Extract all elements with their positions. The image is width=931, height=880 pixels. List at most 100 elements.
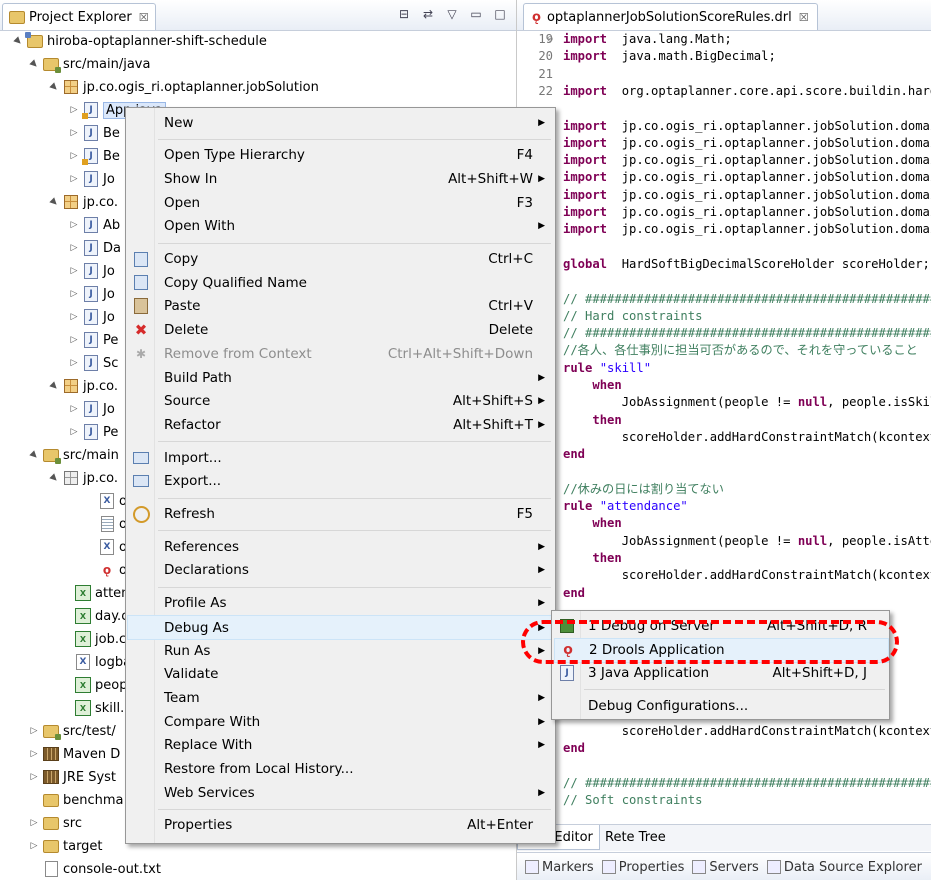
- tree-item[interactable]: benchma: [28, 789, 124, 811]
- collapsed-twisty-icon[interactable]: ▷: [68, 404, 80, 414]
- collapsed-twisty-icon[interactable]: ▷: [28, 749, 40, 759]
- maximize-icon[interactable]: □: [492, 6, 508, 22]
- menu-item-references[interactable]: References ▶: [128, 535, 553, 558]
- menu-item-source[interactable]: Source Alt+Shift+S ▶: [128, 390, 553, 413]
- tree-item[interactable]: Xjob.cs: [60, 628, 133, 650]
- collapsed-twisty-icon[interactable]: ▷: [68, 335, 80, 345]
- menu-item-profile-as[interactable]: Profile As ▶: [128, 592, 553, 615]
- tree-item[interactable]: ▲ jp.co.ogis_ri.optaplanner.jobSolution: [48, 76, 319, 98]
- menu-item-compare-with[interactable]: Compare With ▶: [128, 710, 553, 733]
- menu-item-1-debug-on-server[interactable]: 1 Debug on Server Alt+Shift+D, R: [554, 614, 887, 637]
- menu-item-restore-from-local-history[interactable]: Restore from Local History...: [128, 758, 553, 781]
- tree-item[interactable]: ▷ J Pe: [68, 329, 118, 351]
- menu-item-web-services[interactable]: Web Services ▶: [128, 781, 553, 804]
- tree-item[interactable]: Xpeopl: [60, 674, 131, 696]
- tab-project-explorer[interactable]: Project Explorer ☒: [2, 3, 156, 30]
- expanded-twisty-icon[interactable]: ▲: [26, 56, 42, 72]
- menu-item-3-java-application[interactable]: J 3 Java Application Alt+Shift+D, J: [554, 661, 887, 684]
- tree-item[interactable]: ▷ J Ab: [68, 214, 120, 236]
- menu-item-refresh[interactable]: Refresh F5: [128, 503, 553, 526]
- menu-item-remove-from-context[interactable]: ✱ Remove from Context Ctrl+Alt+Shift+Down: [128, 342, 553, 365]
- menu-item-refactor[interactable]: Refactor Alt+Shift+T ▶: [128, 413, 553, 436]
- tree-item[interactable]: ▷ J Jo: [68, 168, 115, 190]
- collapsed-twisty-icon[interactable]: ▷: [68, 358, 80, 368]
- view-tab-servers[interactable]: Servers: [692, 860, 759, 875]
- expanded-twisty-icon[interactable]: ▲: [26, 447, 42, 463]
- expanded-twisty-icon[interactable]: ▲: [46, 470, 62, 486]
- collapsed-twisty-icon[interactable]: ▷: [28, 726, 40, 736]
- menu-item-replace-with[interactable]: Replace With ▶: [128, 734, 553, 757]
- close-icon[interactable]: ☒: [139, 11, 149, 24]
- tree-item[interactable]: ▷ J Be: [68, 145, 120, 167]
- tree-item[interactable]: ▲ jp.co.: [48, 467, 118, 489]
- menu-item-run-as[interactable]: Run As ▶: [128, 639, 553, 662]
- collapsed-twisty-icon[interactable]: ▷: [68, 289, 80, 299]
- collapsed-twisty-icon[interactable]: ▷: [68, 243, 80, 253]
- view-menu-icon[interactable]: ▽: [444, 6, 460, 22]
- tree-item[interactable]: ▷ J Be: [68, 122, 120, 144]
- tree-item[interactable]: ▲ src/main: [28, 444, 119, 466]
- menu-item-new[interactable]: New ▶: [128, 111, 553, 134]
- tree-item[interactable]: ▲ jp.co.: [48, 375, 118, 397]
- link-with-editor-icon[interactable]: ⇄: [420, 6, 436, 22]
- expanded-twisty-icon[interactable]: ▲: [46, 79, 62, 95]
- minimize-icon[interactable]: ▭: [468, 6, 484, 22]
- menu-item-debug-configurations[interactable]: Debug Configurations...: [554, 694, 887, 717]
- expanded-twisty-icon[interactable]: ▲: [10, 33, 26, 49]
- menu-item-open-with[interactable]: Open With ▶: [128, 215, 553, 238]
- menu-item-2-drools-application[interactable]: ǫ 2 Drools Application: [554, 637, 889, 663]
- tree-item[interactable]: ▲ jp.co.: [48, 191, 118, 213]
- tree-item[interactable]: ▷ J Jo: [68, 398, 115, 420]
- tree-item[interactable]: ▷ target: [28, 835, 103, 857]
- tree-item[interactable]: ▲ src/main/java: [28, 53, 150, 75]
- tree-item[interactable]: Xskill.c: [60, 697, 131, 719]
- menu-item-validate[interactable]: Validate: [128, 663, 553, 686]
- tree-item[interactable]: ▷ JRE Syst: [28, 766, 117, 788]
- tree-item[interactable]: console-out.txt: [28, 858, 161, 880]
- tree-item[interactable]: ▷ J Sc: [68, 352, 118, 374]
- tree-item[interactable]: ▷ Maven D: [28, 743, 121, 765]
- collapsed-twisty-icon[interactable]: ▷: [68, 427, 80, 437]
- menu-item-team[interactable]: Team ▶: [128, 686, 553, 709]
- collapsed-twisty-icon[interactable]: ▷: [28, 818, 40, 828]
- tree-item[interactable]: Xlogba: [60, 651, 131, 673]
- collapsed-twisty-icon[interactable]: ▷: [28, 772, 40, 782]
- tree-item[interactable]: ▷ J Pe: [68, 421, 118, 443]
- expanded-twisty-icon[interactable]: ▲: [46, 378, 62, 394]
- tree-item[interactable]: ▷ J Jo: [68, 306, 115, 328]
- tree-item[interactable]: ▷ src: [28, 812, 82, 834]
- tree-item[interactable]: ▷ src/test/: [28, 720, 116, 742]
- collapsed-twisty-icon[interactable]: ▷: [68, 128, 80, 138]
- tree-item[interactable]: ▷ J Jo: [68, 283, 115, 305]
- menu-item-properties[interactable]: Properties Alt+Enter: [128, 814, 553, 837]
- view-tab-data-source-explorer[interactable]: Data Source Explorer: [766, 860, 922, 875]
- menu-item-open-type-hierarchy[interactable]: Open Type Hierarchy F4: [128, 144, 553, 167]
- fold-marker-icon[interactable]: ⊖: [547, 31, 553, 48]
- tab-rete-tree[interactable]: Rete Tree: [599, 825, 672, 849]
- menu-item-paste[interactable]: Paste Ctrl+V: [128, 295, 553, 318]
- tree-item[interactable]: Xatten: [60, 582, 129, 604]
- expanded-twisty-icon[interactable]: ▲: [46, 194, 62, 210]
- collapsed-twisty-icon[interactable]: ▷: [68, 312, 80, 322]
- collapsed-twisty-icon[interactable]: ▷: [28, 841, 40, 851]
- collapse-all-icon[interactable]: ⊟: [396, 6, 412, 22]
- tree-item[interactable]: Xday.c: [60, 605, 128, 627]
- menu-item-export[interactable]: Export...: [128, 470, 553, 493]
- collapsed-twisty-icon[interactable]: ▷: [68, 174, 80, 184]
- menu-item-debug-as[interactable]: Debug As ▶: [127, 615, 554, 641]
- menu-item-delete[interactable]: ✖ Delete Delete: [128, 319, 553, 342]
- collapsed-twisty-icon[interactable]: ▷: [68, 151, 80, 161]
- close-icon[interactable]: ☒: [799, 11, 809, 24]
- tree-item[interactable]: ▷ J Da: [68, 237, 121, 259]
- menu-item-open[interactable]: Open F3: [128, 191, 553, 214]
- menu-item-copy-qualified-name[interactable]: Copy Qualified Name: [128, 271, 553, 294]
- tree-item[interactable]: ▷ J Jo: [68, 260, 115, 282]
- collapsed-twisty-icon[interactable]: ▷: [68, 266, 80, 276]
- menu-item-build-path[interactable]: Build Path ▶: [128, 366, 553, 389]
- collapsed-twisty-icon[interactable]: ▷: [68, 105, 80, 115]
- menu-item-declarations[interactable]: Declarations ▶: [128, 559, 553, 582]
- menu-item-import[interactable]: Import...: [128, 446, 553, 469]
- collapsed-twisty-icon[interactable]: ▷: [68, 220, 80, 230]
- menu-item-show-in[interactable]: Show In Alt+Shift+W ▶: [128, 167, 553, 190]
- menu-item-copy[interactable]: Copy Ctrl+C: [128, 248, 553, 271]
